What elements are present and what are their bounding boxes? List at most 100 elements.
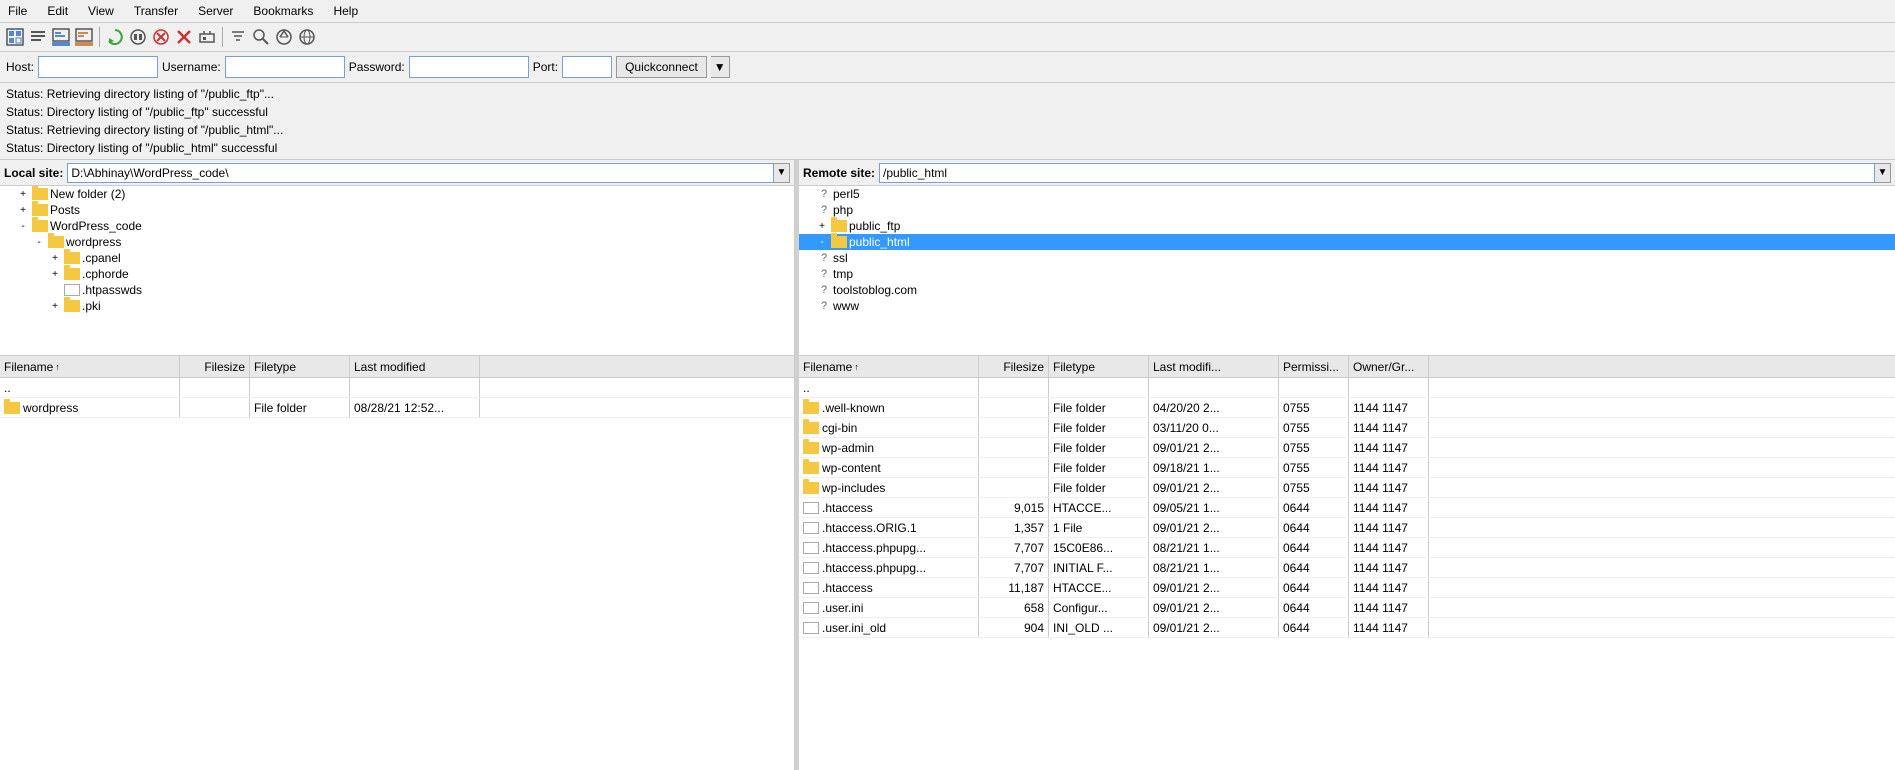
remote-file-owner-cell: 1144 1147	[1349, 618, 1429, 637]
local-file-list-body[interactable]: .. wordpress	[0, 378, 794, 770]
tree-item-php[interactable]: ? php	[799, 202, 1895, 218]
remote-col-owner[interactable]: Owner/Gr...	[1349, 356, 1429, 377]
quickconnect-button[interactable]: Quickconnect	[616, 56, 707, 78]
tree-item-htpasswds[interactable]: .htpasswds	[0, 282, 794, 298]
network-button[interactable]	[296, 26, 318, 48]
tree-toggle[interactable]: +	[16, 203, 30, 217]
remote-col-filetype[interactable]: Filetype	[1049, 356, 1149, 377]
tree-item-label: wordpress	[66, 235, 121, 249]
remote-file-row[interactable]: cgi-bin File folder 03/11/20 0... 0755 1…	[799, 418, 1895, 438]
remote-file-row[interactable]: .user.ini 658 Configur... 09/01/21 2... …	[799, 598, 1895, 618]
remote-file-modified-cell: 03/11/20 0...	[1149, 418, 1279, 437]
menu-file[interactable]: File	[4, 2, 31, 20]
remote-file-row[interactable]: wp-admin File folder 09/01/21 2... 0755 …	[799, 438, 1895, 458]
tree-toggle[interactable]: +	[48, 299, 62, 313]
username-label: Username:	[162, 60, 221, 74]
tree-toggle[interactable]: +	[16, 187, 30, 201]
tree-item-wordpress[interactable]: - wordpress	[0, 234, 794, 250]
find-button[interactable]	[250, 26, 272, 48]
menu-server[interactable]: Server	[194, 2, 237, 20]
local-path-input[interactable]	[67, 163, 774, 183]
tree-item-new-folder[interactable]: + New folder (2)	[0, 186, 794, 202]
tree-item-tmp[interactable]: ? tmp	[799, 266, 1895, 282]
quickconnect-dropdown[interactable]: ▼	[711, 56, 730, 78]
remote-col-filesize[interactable]: Filesize	[979, 356, 1049, 377]
folder-icon	[831, 220, 847, 232]
local-col-modified[interactable]: Last modified	[350, 356, 480, 377]
status-line-1: Status: Retrieving directory listing of …	[6, 85, 1889, 103]
remote-file-owner-cell: 1144 1147	[1349, 478, 1429, 497]
remote-file-row[interactable]: .user.ini_old 904 INI_OLD ... 09/01/21 2…	[799, 618, 1895, 638]
tree-item-ssl[interactable]: ? ssl	[799, 250, 1895, 266]
remote-file-row[interactable]: wp-content File folder 09/18/21 1... 075…	[799, 458, 1895, 478]
menu-bookmarks[interactable]: Bookmarks	[249, 2, 317, 20]
remote-col-filename[interactable]: Filename ↑	[799, 356, 979, 377]
menu-edit[interactable]: Edit	[43, 2, 72, 20]
password-input[interactable]	[409, 56, 529, 78]
host-input[interactable]	[38, 56, 158, 78]
tree-toggle[interactable]: -	[815, 235, 829, 249]
tree-toggle[interactable]: +	[48, 251, 62, 265]
local-file-size-cell	[180, 398, 250, 417]
log-button[interactable]	[50, 26, 72, 48]
remote-file-row[interactable]: .htaccess.phpupg... 7,707 INITIAL F... 0…	[799, 558, 1895, 578]
tree-item-pki[interactable]: + .pki	[0, 298, 794, 314]
remote-path-dropdown[interactable]: ▼	[1875, 163, 1891, 183]
tree-item-cphorde[interactable]: + .cphorde	[0, 266, 794, 282]
tree-item-public-html[interactable]: - public_html	[799, 234, 1895, 250]
queue-button[interactable]	[27, 26, 49, 48]
tree-item-posts[interactable]: + Posts	[0, 202, 794, 218]
remote-file-row[interactable]: .well-known File folder 04/20/20 2... 07…	[799, 398, 1895, 418]
tree-item-public-ftp[interactable]: + public_ftp	[799, 218, 1895, 234]
port-input[interactable]	[562, 56, 612, 78]
remote-file-row[interactable]: .htaccess 11,187 HTACCE... 09/01/21 2...…	[799, 578, 1895, 598]
tree-toggle[interactable]: -	[16, 219, 30, 233]
remote-file-row[interactable]: .htaccess 9,015 HTACCE... 09/05/21 1... …	[799, 498, 1895, 518]
tree-item-toolstoblog[interactable]: ? toolstoblog.com	[799, 282, 1895, 298]
local-file-row-dotdot[interactable]: ..	[0, 378, 794, 398]
filter-button[interactable]	[227, 26, 249, 48]
local-path-dropdown[interactable]: ▼	[774, 163, 790, 183]
cancel-button[interactable]	[150, 26, 172, 48]
menu-transfer[interactable]: Transfer	[130, 2, 182, 20]
remote-file-list: Filename ↑ Filesize Filetype Last modifi…	[799, 356, 1895, 770]
username-input[interactable]	[225, 56, 345, 78]
remote-file-list-body[interactable]: .. .well-known File folder 04/20/20 2...…	[799, 378, 1895, 770]
local-col-filetype[interactable]: Filetype	[250, 356, 350, 377]
reconnect-button[interactable]	[196, 26, 218, 48]
process-queue-button[interactable]	[127, 26, 149, 48]
menu-help[interactable]: Help	[329, 2, 362, 20]
remote-file-owner-cell: 1144 1147	[1349, 418, 1429, 437]
tree-item-wordpress-code[interactable]: - WordPress_code	[0, 218, 794, 234]
local-file-row-wordpress[interactable]: wordpress File folder 08/28/21 12:52...	[0, 398, 794, 418]
local-col-filename[interactable]: Filename ↑	[0, 356, 180, 377]
tree-item-www[interactable]: ? www	[799, 298, 1895, 314]
remote-path-input[interactable]	[879, 163, 1875, 183]
remote-file-name-cell: .well-known	[799, 398, 979, 417]
remote-file-row[interactable]: .htaccess.ORIG.1 1,357 1 File 09/01/21 2…	[799, 518, 1895, 538]
refresh-button[interactable]	[104, 26, 126, 48]
remote-file-row[interactable]: .htaccess.phpupg... 7,707 15C0E86... 08/…	[799, 538, 1895, 558]
remote-file-modified-cell: 09/05/21 1...	[1149, 498, 1279, 517]
tree-toggle[interactable]: -	[32, 235, 46, 249]
tree-toggle[interactable]: +	[815, 219, 829, 233]
cancel-all-button[interactable]	[173, 26, 195, 48]
compare-button[interactable]	[273, 26, 295, 48]
remote-file-row[interactable]: wp-includes File folder 09/01/21 2... 07…	[799, 478, 1895, 498]
local-col-filesize[interactable]: Filesize	[180, 356, 250, 377]
remote-tree[interactable]: ? perl5 ? php + public_ftp - public_html	[799, 186, 1895, 356]
local-tree[interactable]: + New folder (2) + Posts - WordPress_cod…	[0, 186, 794, 356]
remote-file-perms-cell: 0755	[1279, 478, 1349, 497]
remote-col-modified[interactable]: Last modifi...	[1149, 356, 1279, 377]
tree-item-perl5[interactable]: ? perl5	[799, 186, 1895, 202]
tree-item-cpanel[interactable]: + .cpanel	[0, 250, 794, 266]
site-manager-button[interactable]	[4, 26, 26, 48]
menu-bar: File Edit View Transfer Server Bookmarks…	[0, 0, 1895, 23]
remote-file-type-cell: File folder	[1049, 418, 1149, 437]
message-log-button[interactable]	[73, 26, 95, 48]
remote-col-perms[interactable]: Permissi...	[1279, 356, 1349, 377]
remote-file-row[interactable]: ..	[799, 378, 1895, 398]
tree-toggle[interactable]: +	[48, 267, 62, 281]
menu-view[interactable]: View	[84, 2, 118, 20]
local-site-bar: Local site: ▼	[0, 160, 794, 186]
